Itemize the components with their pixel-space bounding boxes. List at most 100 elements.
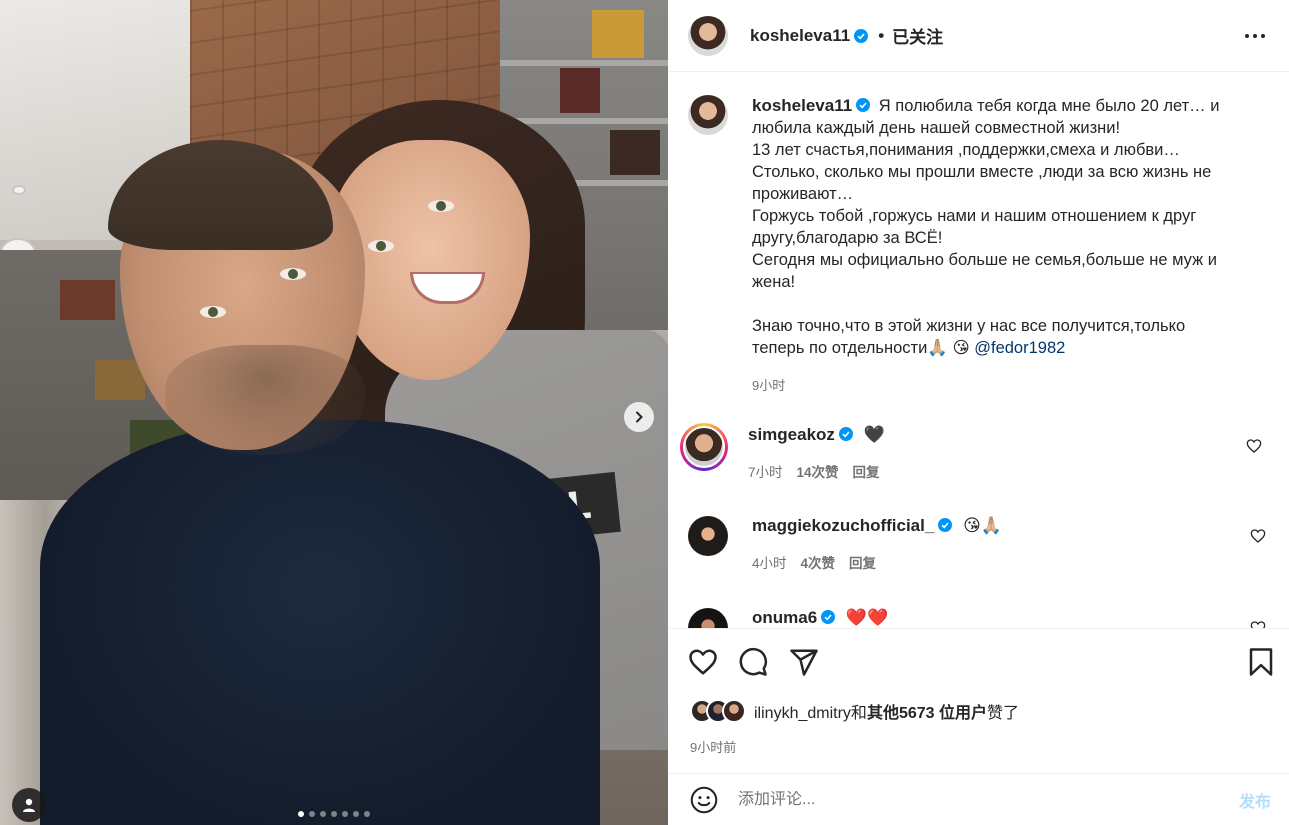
caption-line-last: теперь по отдельности🙏🏼 😘 @fedor1982 <box>752 337 1252 359</box>
comments-scroll-area[interactable]: kosheleva11 Я полюбила тебя когда мне бы… <box>668 73 1289 628</box>
likes-suffix: 赞了 <box>986 705 1019 722</box>
comment-item: simgeakoz 🖤 7小时 14次赞 回复 <box>680 423 1274 481</box>
caption-line: другу,благодарю за ВСЁ! <box>752 229 943 247</box>
caption-time[interactable]: 9小时 <box>752 375 1252 397</box>
caption-line: жена! <box>752 273 796 291</box>
commenter-username[interactable]: maggiekozuchofficial_ <box>752 516 934 535</box>
more-icon[interactable] <box>1243 24 1267 48</box>
comment-input[interactable] <box>738 790 1208 809</box>
caption-line: Знаю точно,что в этой жизни у нас все по… <box>752 317 1186 335</box>
comment-item: onuma6 ❤️❤️ <box>688 608 1278 628</box>
caption-line: проживают… <box>752 185 854 203</box>
verified-icon <box>854 28 869 43</box>
eye <box>280 268 306 280</box>
comment-body: maggiekozuchofficial_ 😘🙏🏼 4小时 4次赞 回复 <box>752 516 1002 572</box>
verified-icon <box>838 427 853 441</box>
commenter-avatar[interactable] <box>688 608 728 628</box>
caption-line: Столько, сколько мы прошли вместе ,люди … <box>752 163 1212 181</box>
eye <box>368 240 394 252</box>
reply-button[interactable]: 回复 <box>853 461 880 481</box>
next-arrow-icon[interactable] <box>624 402 654 432</box>
liker-avatar <box>722 699 746 723</box>
carousel-dot[interactable] <box>331 811 337 817</box>
comment-meta: 7小时 14次赞 回复 <box>748 461 885 481</box>
man-shirt <box>40 420 600 825</box>
share-icon[interactable] <box>789 647 819 677</box>
comment-text: ❤️❤️ <box>845 608 889 627</box>
icon-painting <box>592 10 644 58</box>
caption-line: любила каждый день нашей совместной жизн… <box>752 119 1121 137</box>
caption-text: kosheleva11 Я полюбила тебя когда мне бы… <box>752 95 1252 397</box>
heart-icon[interactable] <box>1250 528 1266 544</box>
author-username[interactable]: kosheleva11 <box>750 26 850 46</box>
commenter-avatar[interactable] <box>688 516 728 556</box>
comment-text: 🖤 <box>863 425 885 444</box>
caption-username[interactable]: kosheleva11 <box>752 96 852 115</box>
likes-others-link[interactable]: 其他5673 位用户 <box>867 705 987 722</box>
commenter-username[interactable]: onuma6 <box>752 608 817 627</box>
caption: kosheleva11 Я полюбила тебя когда мне бы… <box>688 95 1268 397</box>
caption-line: Сегодня мы официально больше не семья,бо… <box>752 251 1217 269</box>
post-header: kosheleva11 • 已关注 <box>668 0 1289 72</box>
bookmark-icon[interactable] <box>1246 647 1276 677</box>
likes-text: ilinykh_dmitry和其他5673 位用户赞了 <box>754 699 1019 723</box>
carousel-dot[interactable] <box>309 811 315 817</box>
carousel-dot[interactable] <box>342 811 348 817</box>
comment-body: onuma6 ❤️❤️ <box>752 608 888 628</box>
verified-icon <box>938 518 953 532</box>
books <box>560 68 600 113</box>
avatar-image <box>683 426 725 468</box>
comment-time[interactable]: 7小时 <box>748 461 783 481</box>
caption-line: Я полюбила тебя когда мне было 20 лет… и <box>878 97 1220 115</box>
reply-button[interactable]: 回复 <box>849 552 876 572</box>
books <box>610 130 660 175</box>
comment-header: maggiekozuchofficial_ 😘🙏🏼 <box>752 516 1002 536</box>
comment-likes[interactable]: 4次赞 <box>801 552 836 572</box>
carousel-dot[interactable] <box>353 811 359 817</box>
books <box>60 280 115 320</box>
commenter-avatar[interactable] <box>680 423 728 471</box>
comment-time[interactable]: 4小时 <box>752 552 787 572</box>
header-separator: • <box>878 25 885 45</box>
heart-icon[interactable] <box>688 647 718 677</box>
comment-header: onuma6 ❤️❤️ <box>752 608 888 628</box>
commenter-username[interactable]: simgeakoz <box>748 425 835 444</box>
shelf <box>500 60 668 66</box>
comment-composer: 发布 <box>668 773 1289 825</box>
caption-line: теперь по отдельности🙏🏼 😘 <box>752 339 975 357</box>
eye <box>428 200 454 212</box>
likes-summary: ilinykh_dmitry和其他5673 位用户赞了 <box>690 699 1019 723</box>
caption-line: 13 лет счастья,понимания ,поддержки,смех… <box>752 141 1180 159</box>
follow-status-button[interactable]: 已关注 <box>892 23 943 48</box>
eye <box>200 306 226 318</box>
carousel-dot[interactable] <box>320 811 326 817</box>
emoji-icon[interactable] <box>690 786 718 814</box>
verified-icon <box>821 610 836 624</box>
post-timestamp[interactable]: 9小时前 <box>690 737 736 756</box>
liker-username[interactable]: ilinykh_dmitry <box>754 705 851 722</box>
verified-icon <box>856 98 871 112</box>
mention-link[interactable]: @fedor1982 <box>974 339 1065 357</box>
caption-line: Горжусь тобой ,горжусь нами и нашим отно… <box>752 207 1197 225</box>
heart-icon[interactable] <box>1250 620 1266 628</box>
comment-item: maggiekozuchofficial_ 😘🙏🏼 4小时 4次赞 回复 <box>688 516 1278 572</box>
comment-icon[interactable] <box>738 647 768 677</box>
post-actions: ilinykh_dmitry和其他5673 位用户赞了 9小时前 <box>668 628 1289 773</box>
post-panel: kosheleva11 • 已关注 kosheleva11 Я полюбила… <box>668 0 1289 825</box>
carousel-dot[interactable] <box>364 811 370 817</box>
carousel-dot[interactable] <box>298 811 304 817</box>
caption-avatar[interactable] <box>688 95 728 135</box>
comment-likes[interactable]: 14次赞 <box>797 461 839 481</box>
comment-text: 😘🙏🏼 <box>963 516 1002 535</box>
heart-icon[interactable] <box>1246 438 1262 454</box>
man-beard <box>165 345 365 455</box>
post-photo: CUL <box>0 0 668 825</box>
comment-body: simgeakoz 🖤 7小时 14次赞 回复 <box>748 423 885 481</box>
comment-header: simgeakoz 🖤 <box>748 425 885 445</box>
ceiling-light <box>12 185 26 195</box>
likes-connector: 和 <box>850 705 867 722</box>
post-comment-button[interactable]: 发布 <box>1239 788 1271 812</box>
author-avatar[interactable] <box>688 15 728 56</box>
comment-meta: 4小时 4次赞 回复 <box>752 552 1002 572</box>
